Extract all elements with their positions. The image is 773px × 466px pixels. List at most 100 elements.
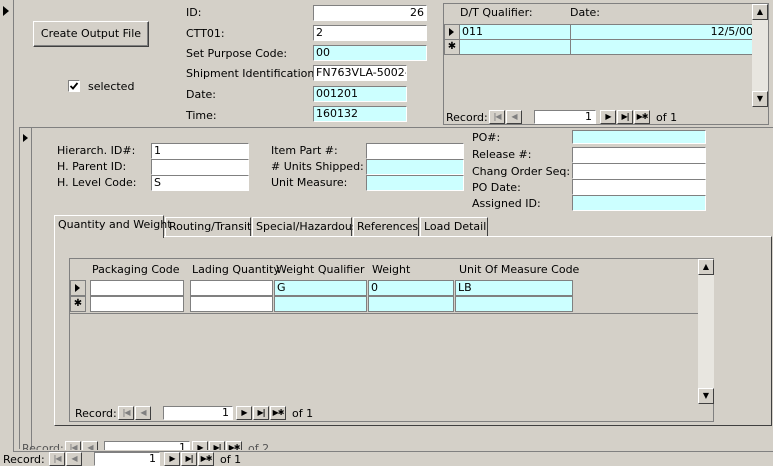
grid-record-label: Record: [75,407,117,420]
unit-of-measure-code-new-cell[interactable] [455,296,573,312]
unit-of-measure-code-cell[interactable]: LB [455,280,573,296]
main-new-record-button[interactable]: ▶✱ [198,452,214,466]
main-navigation: Record: |◀ ◀ 1 ▶ ▶| ▶✱ of 1 [0,452,773,466]
detail-record-selector[interactable] [20,128,32,449]
main-record-selector[interactable] [0,0,14,452]
detail-record-count: of 2 [248,442,270,450]
dt-qualifier-new-cell[interactable] [459,39,571,55]
grid-record-count: of 1 [292,407,314,420]
dt-new-row-selector[interactable]: ✱ [444,39,460,55]
time-field[interactable]: 160132 [313,106,407,122]
dt-row-selector[interactable] [444,24,460,40]
tab-references[interactable]: References [353,217,419,237]
grid-scrollbar[interactable]: ▲ ▼ [698,259,714,404]
grid-first-record-button[interactable]: |◀ [118,406,134,420]
units-shipped-field[interactable] [366,159,464,175]
dt-record-label: Record: [446,111,488,124]
scroll-up-icon[interactable]: ▲ [752,4,768,20]
scroll-up-icon[interactable]: ▲ [698,259,714,275]
detail-prev-record-button[interactable]: ◀ [82,441,98,450]
tab-special-hazardous[interactable]: Special/Hazardous [252,217,358,237]
unit-measure-field[interactable] [366,175,464,191]
assigned-id-field[interactable] [572,195,706,211]
grid-last-record-button[interactable]: ▶| [253,406,269,420]
main-last-record-button[interactable]: ▶| [181,452,197,466]
hierarch-id-label: Hierarch. ID#: [57,144,136,157]
dt-scrollbar[interactable]: ▲ ▼ [752,4,768,107]
item-part-label: Item Part #: [271,144,338,157]
selected-checkbox[interactable] [68,80,80,92]
change-order-seq-field[interactable] [572,163,706,179]
grid-next-record-button[interactable]: ▶ [236,406,252,420]
lading-quantity-new-cell[interactable] [190,296,273,312]
lading-quantity-cell[interactable] [190,280,273,296]
dt-prev-record-button[interactable]: ◀ [506,110,522,124]
detail-first-record-button[interactable]: |◀ [65,441,81,450]
main-next-record-button[interactable]: ▶ [164,452,180,466]
detail-last-record-button[interactable]: ▶| [209,441,225,450]
main-record-count: of 1 [220,453,242,466]
current-record-arrow-icon [23,134,28,142]
create-output-file-button[interactable]: Create Output File [33,21,149,47]
weight-qualifier-cell[interactable]: G [274,280,367,296]
weight-qualifier-header: Weight Qualifier [276,263,365,276]
dt-record-number[interactable]: 1 [534,110,596,124]
h-level-code-label: H. Level Code: [57,176,137,189]
h-parent-id-field[interactable] [151,159,249,175]
dt-date-new-cell[interactable] [570,39,757,55]
packaging-code-new-cell[interactable] [90,296,184,312]
set-purpose-code-field[interactable]: 00 [313,45,427,61]
new-record-asterisk-icon: ✱ [73,298,83,309]
dt-date-cell[interactable]: 12/5/00 [570,24,757,40]
h-level-code-field[interactable]: S [151,175,249,191]
dt-qualifier-cell[interactable]: 011 [459,24,571,40]
main-record-label: Record: [3,453,45,466]
grid-prev-record-button[interactable]: ◀ [135,406,151,420]
weight-new-cell[interactable] [368,296,454,312]
main-prev-record-button[interactable]: ◀ [66,452,82,466]
detail-record-label: Record: [22,442,64,450]
item-part-field[interactable] [366,143,464,159]
tab-routing-transit[interactable]: Routing/Transit [165,217,251,237]
h-parent-id-label: H. Parent ID: [57,160,127,173]
grid-new-record-button[interactable]: ▶✱ [270,406,286,420]
packaging-code-cell[interactable] [90,280,184,296]
grid-new-row-selector[interactable]: ✱ [70,296,86,312]
ctt01-field[interactable]: 2 [313,25,427,41]
detail-new-record-button[interactable]: ▶✱ [226,441,242,450]
dt-next-record-button[interactable]: ▶ [600,110,616,124]
hierarch-id-field[interactable]: 1 [151,143,249,159]
current-row-arrow-icon [449,28,454,36]
dt-first-record-button[interactable]: |◀ [489,110,505,124]
id-label: ID: [186,6,202,19]
weight-qualifier-new-cell[interactable] [274,296,367,312]
dt-new-record-button[interactable]: ▶✱ [634,110,650,124]
set-purpose-code-label: Set Purpose Code: [186,47,288,60]
checkmark-icon [69,82,79,90]
detail-next-record-button[interactable]: ▶ [192,441,208,450]
detail-record-number[interactable]: 1 [104,441,190,450]
id-field[interactable]: 26 [313,5,427,21]
po-number-field[interactable] [572,130,706,144]
weight-header: Weight [372,263,411,276]
release-number-label: Release #: [472,148,532,161]
shipment-identification-field[interactable]: FN763VLA-5002-S [313,65,407,81]
main-form: Create Output File selected ID: 26 CTT01… [0,0,773,452]
tab-quantity-and-weight[interactable]: Quantity and Weight [54,215,172,238]
weight-cell[interactable]: 0 [368,280,454,296]
scroll-down-icon[interactable]: ▼ [752,91,768,107]
dt-qualifier-header: D/T Qualifier: [460,6,533,19]
main-record-number[interactable]: 1 [94,452,160,466]
tab-load-detail[interactable]: Load Detail [420,217,488,237]
po-date-field[interactable] [572,179,706,195]
main-first-record-button[interactable]: |◀ [49,452,65,466]
shipment-identification-value: FN763VLA-5002- [316,66,407,79]
grid-record-number[interactable]: 1 [163,406,233,420]
date-label: Date: [186,88,216,101]
dt-last-record-button[interactable]: ▶| [617,110,633,124]
grid-row-selector[interactable] [70,280,86,296]
new-record-asterisk-icon: ✱ [447,41,457,52]
date-field[interactable]: 001201 [313,86,407,102]
scroll-down-icon[interactable]: ▼ [698,388,714,404]
release-number-field[interactable] [572,147,706,163]
